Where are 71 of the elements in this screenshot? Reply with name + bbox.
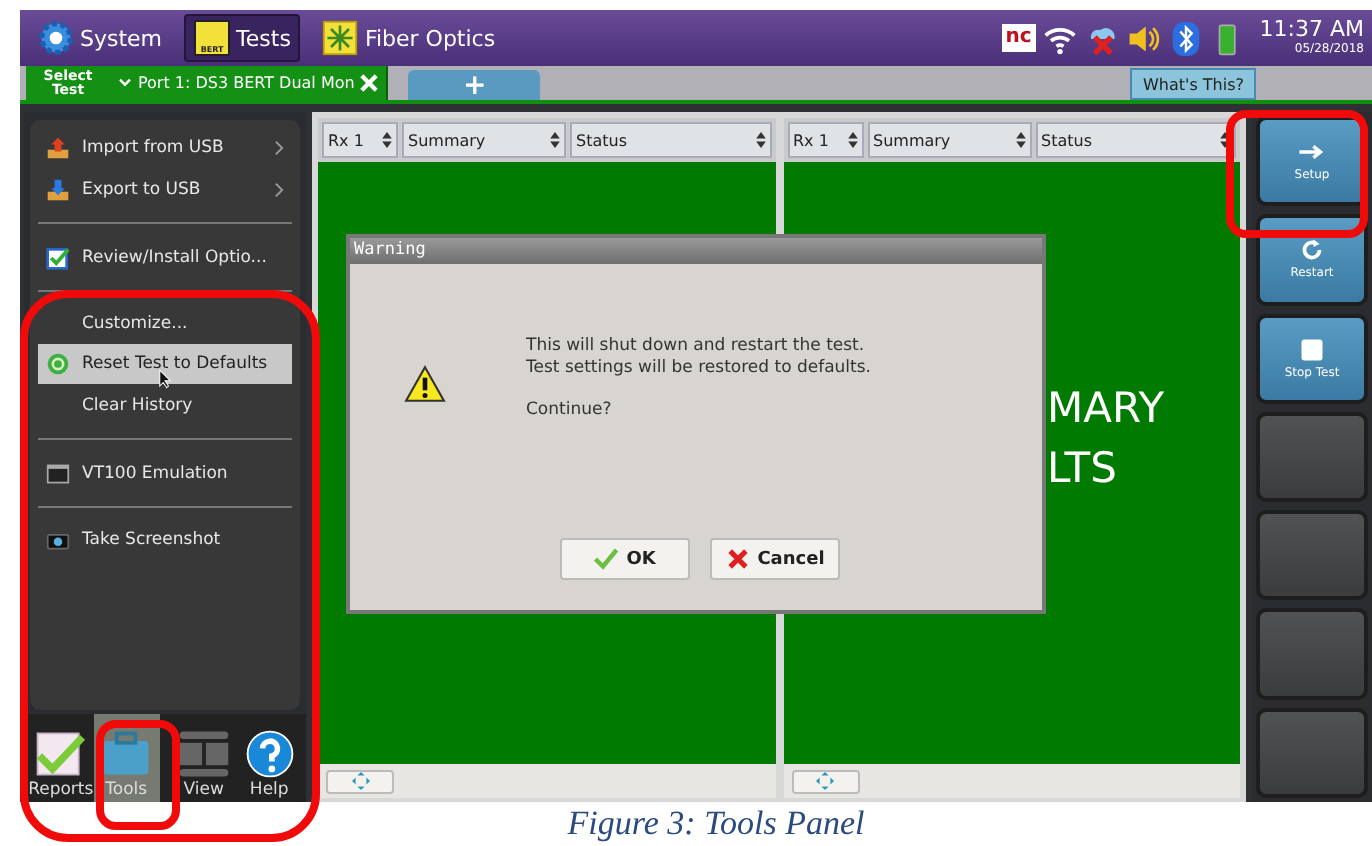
- dropdown[interactable]: Summary: [402, 122, 566, 158]
- chevron-icon: [274, 140, 284, 156]
- menu-item[interactable]: Import from USB: [38, 128, 292, 168]
- spinner-arrows-icon: [1220, 132, 1230, 148]
- arrow-icon: [1298, 140, 1326, 165]
- stop-icon: [1298, 337, 1326, 362]
- refresh-icon: [46, 352, 70, 376]
- restart-icon: [1298, 238, 1326, 263]
- spinner-arrows-icon: [1015, 132, 1025, 148]
- gear-icon: [38, 20, 74, 56]
- blank-soft-key[interactable]: [1256, 510, 1368, 601]
- x-icon: [725, 548, 750, 570]
- move-button[interactable]: [326, 769, 394, 793]
- blank-soft-key[interactable]: [1256, 608, 1368, 700]
- bottom-tab[interactable]: Reports: [28, 714, 94, 802]
- dialog-prompt: Continue?: [526, 400, 614, 422]
- checkbox-icon: [46, 245, 70, 269]
- move-button[interactable]: [791, 769, 859, 793]
- highlight-outline: [1226, 110, 1368, 238]
- help-icon: [241, 728, 298, 780]
- dialog-button[interactable]: OK: [560, 538, 690, 580]
- fiber-icon: [322, 20, 359, 56]
- app-tab[interactable]: Fiber Optics: [312, 14, 506, 62]
- download-icon: [46, 177, 70, 201]
- logo: nc: [1001, 24, 1036, 52]
- spinner-arrows-icon: [382, 132, 392, 148]
- upload-icon: [46, 136, 70, 160]
- speaker-icon: [1125, 21, 1162, 55]
- move-icon: [351, 772, 369, 790]
- menu-item[interactable]: Export to USB: [38, 168, 292, 224]
- dialog-button[interactable]: Cancel: [710, 538, 840, 580]
- warning-icon: [404, 364, 446, 404]
- summary-text: MARY: [1047, 382, 1167, 436]
- menu-item[interactable]: Clear History: [38, 384, 292, 440]
- menu-item[interactable]: Review/Install Optio...: [38, 236, 292, 292]
- dialog-message: Test settings will be restored to defaults.: [526, 358, 872, 380]
- bottom-tab[interactable]: Help: [236, 714, 302, 802]
- bluetooth-icon: [1167, 21, 1204, 55]
- blank-soft-key[interactable]: [1256, 411, 1368, 503]
- clock-time: 11:37 AM: [1259, 18, 1364, 42]
- camera-icon: [46, 528, 70, 552]
- spinner-arrows-icon: [847, 132, 857, 148]
- summary-text: LTS: [1047, 442, 1119, 496]
- menu-item[interactable]: Customize...: [38, 304, 292, 344]
- chevron-down-icon: [118, 78, 132, 88]
- dropdown[interactable]: Rx 1: [787, 122, 863, 158]
- bottom-tab[interactable]: View: [159, 714, 237, 802]
- dropdown[interactable]: Status: [1035, 122, 1236, 158]
- window-icon: [46, 461, 70, 485]
- dialog-message: This will shut down and restart the test.: [526, 336, 867, 358]
- test-tab[interactable]: Port 1: DS3 BERT Dual Mon: [110, 66, 389, 100]
- dropdown[interactable]: Status: [570, 122, 771, 158]
- dropdown[interactable]: Summary: [867, 122, 1031, 158]
- app-tab[interactable]: System: [28, 14, 173, 62]
- figure-caption: Figure 3: Tools Panel: [565, 802, 867, 846]
- menu-item[interactable]: Reset Test to Defaults: [38, 344, 292, 384]
- close-icon[interactable]: [360, 74, 379, 92]
- spinner-arrows-icon: [755, 132, 765, 148]
- whats-this-button[interactable]: What's This?: [1130, 68, 1256, 100]
- checkmark-icon: [594, 548, 619, 570]
- menu-item[interactable]: VT100 Emulation: [38, 452, 292, 508]
- dialog-title: Warning: [350, 238, 1042, 264]
- menu-item[interactable]: Take Screenshot: [38, 520, 292, 560]
- dropdown[interactable]: Rx 1: [322, 122, 398, 158]
- report-icon: [32, 728, 89, 780]
- chevron-icon: [274, 181, 284, 197]
- cursor-icon: [158, 368, 172, 390]
- blank-soft-key[interactable]: [1256, 707, 1368, 798]
- spinner-arrows-icon: [550, 132, 560, 148]
- layout-icon: [175, 728, 232, 780]
- move-icon: [816, 772, 834, 790]
